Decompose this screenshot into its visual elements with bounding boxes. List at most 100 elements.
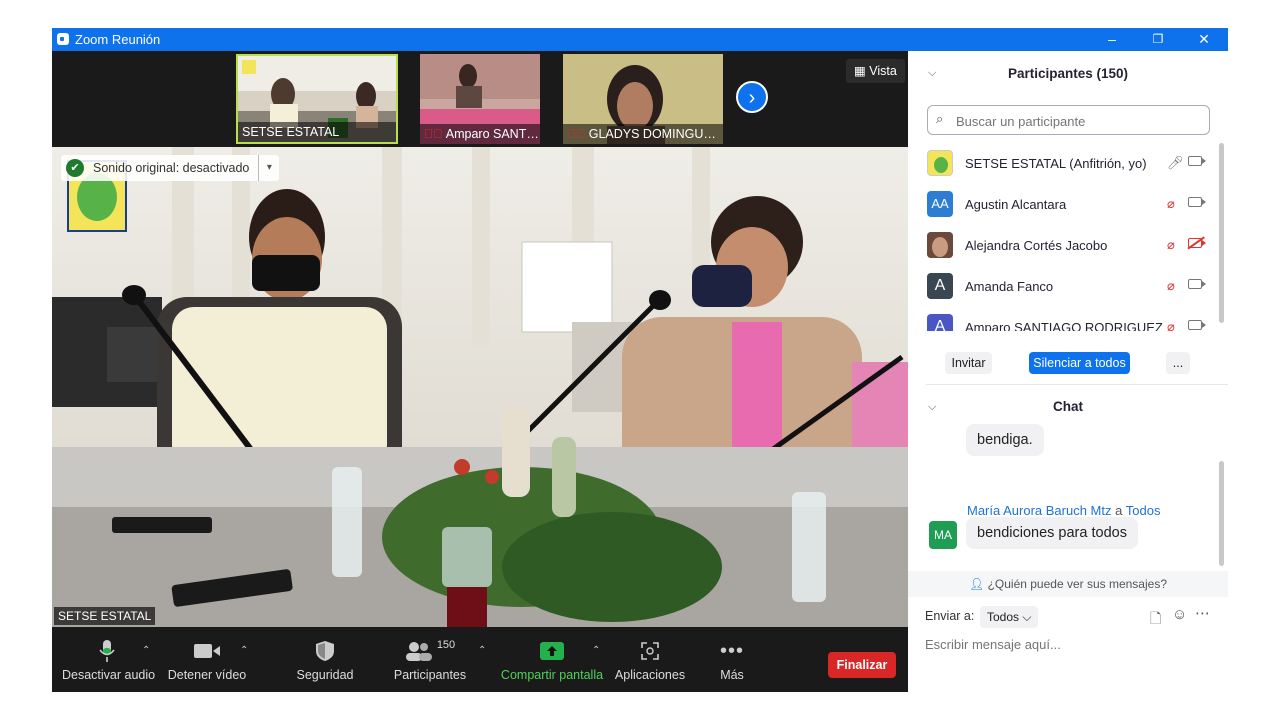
avatar: A bbox=[927, 273, 953, 299]
meeting-area: SETSE ESTATAL 🎤⃠Amparo SANTIAGO R... bbox=[52, 51, 908, 692]
thumbnail-strip: SETSE ESTATAL 🎤⃠Amparo SANTIAGO R... bbox=[52, 51, 908, 147]
search-icon: ⌕ bbox=[936, 111, 944, 126]
thumbnail-name: 🎤⃠Amparo SANTIAGO R... bbox=[420, 124, 540, 144]
microphone-icon bbox=[99, 640, 115, 662]
active-speaker-name: SETSE ESTATAL bbox=[54, 607, 156, 625]
view-button[interactable]: ▦ Vista bbox=[846, 59, 905, 83]
invite-button[interactable]: Invitar bbox=[945, 352, 992, 374]
chevron-down-icon[interactable]: ▾ bbox=[258, 155, 279, 181]
participants-title: Participantes (150) bbox=[1007, 66, 1129, 81]
video-thumbnail[interactable]: SETSE ESTATAL bbox=[236, 54, 398, 144]
participant-row[interactable]: AA Agustin Alcantara ⌀ bbox=[908, 184, 1213, 225]
active-speaker-video bbox=[52, 147, 908, 627]
video-camera-icon[interactable] bbox=[1188, 320, 1206, 330]
who-can-see-link[interactable]: 👤︎ ¿Quién puede ver sus mensajes? bbox=[908, 571, 1228, 597]
apps-button[interactable]: Aplicaciones bbox=[614, 637, 686, 682]
muted-mic-icon[interactable]: ⌀ bbox=[1167, 278, 1175, 294]
more-options-button[interactable]: ... bbox=[1166, 352, 1190, 374]
share-screen-icon bbox=[540, 642, 564, 660]
send-to-select[interactable]: Todos ⌵ bbox=[980, 606, 1039, 628]
video-thumbnail[interactable]: 🎤⃠Amparo SANTIAGO R... bbox=[420, 54, 540, 144]
chat-title: Chat bbox=[1053, 399, 1083, 414]
microphone-icon[interactable]: 🎤︎ bbox=[1167, 155, 1184, 171]
emoji-icon[interactable]: ☺ bbox=[1172, 606, 1187, 623]
video-camera-icon[interactable] bbox=[1188, 156, 1206, 166]
send-to-label: Enviar a: bbox=[925, 609, 975, 623]
more-dots-icon: ••• bbox=[719, 639, 744, 662]
chat-message: bendiciones para todos bbox=[966, 517, 1138, 549]
video-camera-icon[interactable] bbox=[1188, 197, 1206, 207]
zoom-window: Zoom Reunión – ❐ ✕ SETSE ESTATAL 🎤⃠ Ampa… bbox=[52, 28, 1228, 692]
avatar: AA bbox=[927, 191, 953, 217]
more-button[interactable]: ••• Más bbox=[712, 637, 752, 683]
side-panel: ⌵ Participantes (150) ⌕ SETSE ESTATAL (A… bbox=[908, 51, 1228, 692]
stop-video-button[interactable]: Detener vídeo bbox=[164, 637, 250, 682]
participant-row[interactable]: A Amanda Fanco ⌀ bbox=[908, 266, 1213, 307]
sound-banner[interactable]: ✔ Sonido original: desactivado ▾ bbox=[61, 155, 280, 181]
chat-message-input[interactable] bbox=[925, 637, 1205, 652]
muted-mic-icon[interactable]: ⌀ bbox=[1167, 196, 1175, 212]
participant-row[interactable]: SETSE ESTATAL (Anfitrión, yo) 🎤︎ bbox=[908, 143, 1213, 184]
chat-scrollbar[interactable] bbox=[1219, 461, 1224, 566]
restore-button[interactable]: ❐ bbox=[1135, 28, 1181, 51]
end-meeting-button[interactable]: Finalizar bbox=[828, 652, 896, 678]
security-button[interactable]: Seguridad bbox=[290, 637, 360, 682]
chevron-right-icon: › bbox=[748, 87, 756, 109]
divider bbox=[926, 384, 1228, 385]
participant-scrollbar[interactable] bbox=[1219, 143, 1224, 323]
audio-options-caret[interactable]: ⌃ bbox=[142, 645, 150, 656]
shield-check-icon: ✔ bbox=[66, 159, 84, 177]
participant-name: Amanda Fanco bbox=[965, 279, 1054, 294]
participants-count: 150 bbox=[436, 639, 456, 651]
grid-icon: ▦ bbox=[854, 64, 866, 78]
share-screen-button[interactable]: Compartir pantalla bbox=[500, 637, 604, 682]
thumbnail-name: 🎤⃠ GLADYS DOMINGUEZ... bbox=[563, 124, 723, 144]
participants-icon bbox=[405, 642, 432, 661]
participant-name: Alejandra Cortés Jacobo bbox=[965, 238, 1108, 253]
participant-name: Agustin Alcantara bbox=[965, 197, 1067, 212]
avatar: MA bbox=[929, 521, 957, 549]
file-icon[interactable]: 🗋 bbox=[1150, 608, 1161, 632]
minimize-button[interactable]: – bbox=[1089, 28, 1135, 51]
participant-search-input[interactable] bbox=[954, 110, 1203, 132]
mute-audio-button[interactable]: Desactivar audio bbox=[62, 637, 155, 682]
participant-search[interactable]: ⌕ bbox=[927, 105, 1210, 135]
meeting-toolbar: Desactivar audio ⌃ Detener vídeo ⌃ Segur… bbox=[52, 627, 908, 692]
muted-mic-icon: 🎤⃠ bbox=[567, 127, 586, 141]
participant-row[interactable]: A Amparo SANTIAGO RODRIGUEZ ⌀ bbox=[908, 307, 1213, 331]
privacy-icon: 👤︎ bbox=[968, 577, 985, 591]
video-off-icon[interactable] bbox=[1188, 238, 1206, 248]
avatar bbox=[927, 150, 953, 176]
avatar bbox=[927, 232, 953, 258]
zoom-app-icon bbox=[57, 33, 69, 45]
next-page-button[interactable]: › bbox=[736, 81, 768, 113]
video-camera-icon bbox=[194, 644, 220, 658]
mute-all-button[interactable]: Silenciar a todos bbox=[1029, 352, 1130, 374]
shield-icon bbox=[316, 641, 334, 661]
video-options-caret[interactable]: ⌃ bbox=[240, 645, 248, 656]
chevron-down-icon: ⌵ bbox=[1022, 610, 1032, 624]
participant-name: SETSE ESTATAL (Anfitrión, yo) bbox=[965, 156, 1147, 171]
title-bar: Zoom Reunión – ❐ ✕ bbox=[52, 28, 1228, 51]
chat-sender-line: María Aurora Baruch Mtz a Todos bbox=[967, 503, 1161, 518]
apps-icon bbox=[641, 642, 659, 660]
participants-options-caret[interactable]: ⌃ bbox=[478, 645, 486, 656]
chat-message: bendiga. bbox=[966, 424, 1044, 456]
muted-mic-icon[interactable]: ⌀ bbox=[1167, 319, 1175, 331]
close-button[interactable]: ✕ bbox=[1181, 28, 1227, 51]
video-thumbnail[interactable]: 🎤⃠ GLADYS DOMINGUEZ... bbox=[563, 54, 723, 144]
share-options-caret[interactable]: ⌃ bbox=[592, 645, 600, 656]
thumbnail-name: SETSE ESTATAL bbox=[238, 122, 396, 142]
window-title: Zoom Reunión bbox=[75, 32, 161, 47]
main-video: ✔ Sonido original: desactivado ▾ SETSE E… bbox=[52, 147, 908, 627]
participants-button[interactable]: 150 Participantes bbox=[388, 637, 472, 682]
participant-row[interactable]: Alejandra Cortés Jacobo ⌀ bbox=[908, 225, 1213, 266]
more-dots-icon[interactable]: ⋯ bbox=[1195, 604, 1210, 622]
participant-name: Amparo SANTIAGO RODRIGUEZ bbox=[965, 320, 1163, 331]
avatar: A bbox=[927, 314, 953, 331]
video-camera-icon[interactable] bbox=[1188, 279, 1206, 289]
participant-list: SETSE ESTATAL (Anfitrión, yo) 🎤︎ AA Agus… bbox=[908, 143, 1213, 331]
muted-mic-icon[interactable]: ⌀ bbox=[1167, 237, 1175, 253]
muted-mic-icon: 🎤⃠ bbox=[424, 127, 443, 141]
participants-header: ⌵ Participantes (150) bbox=[908, 51, 1228, 95]
